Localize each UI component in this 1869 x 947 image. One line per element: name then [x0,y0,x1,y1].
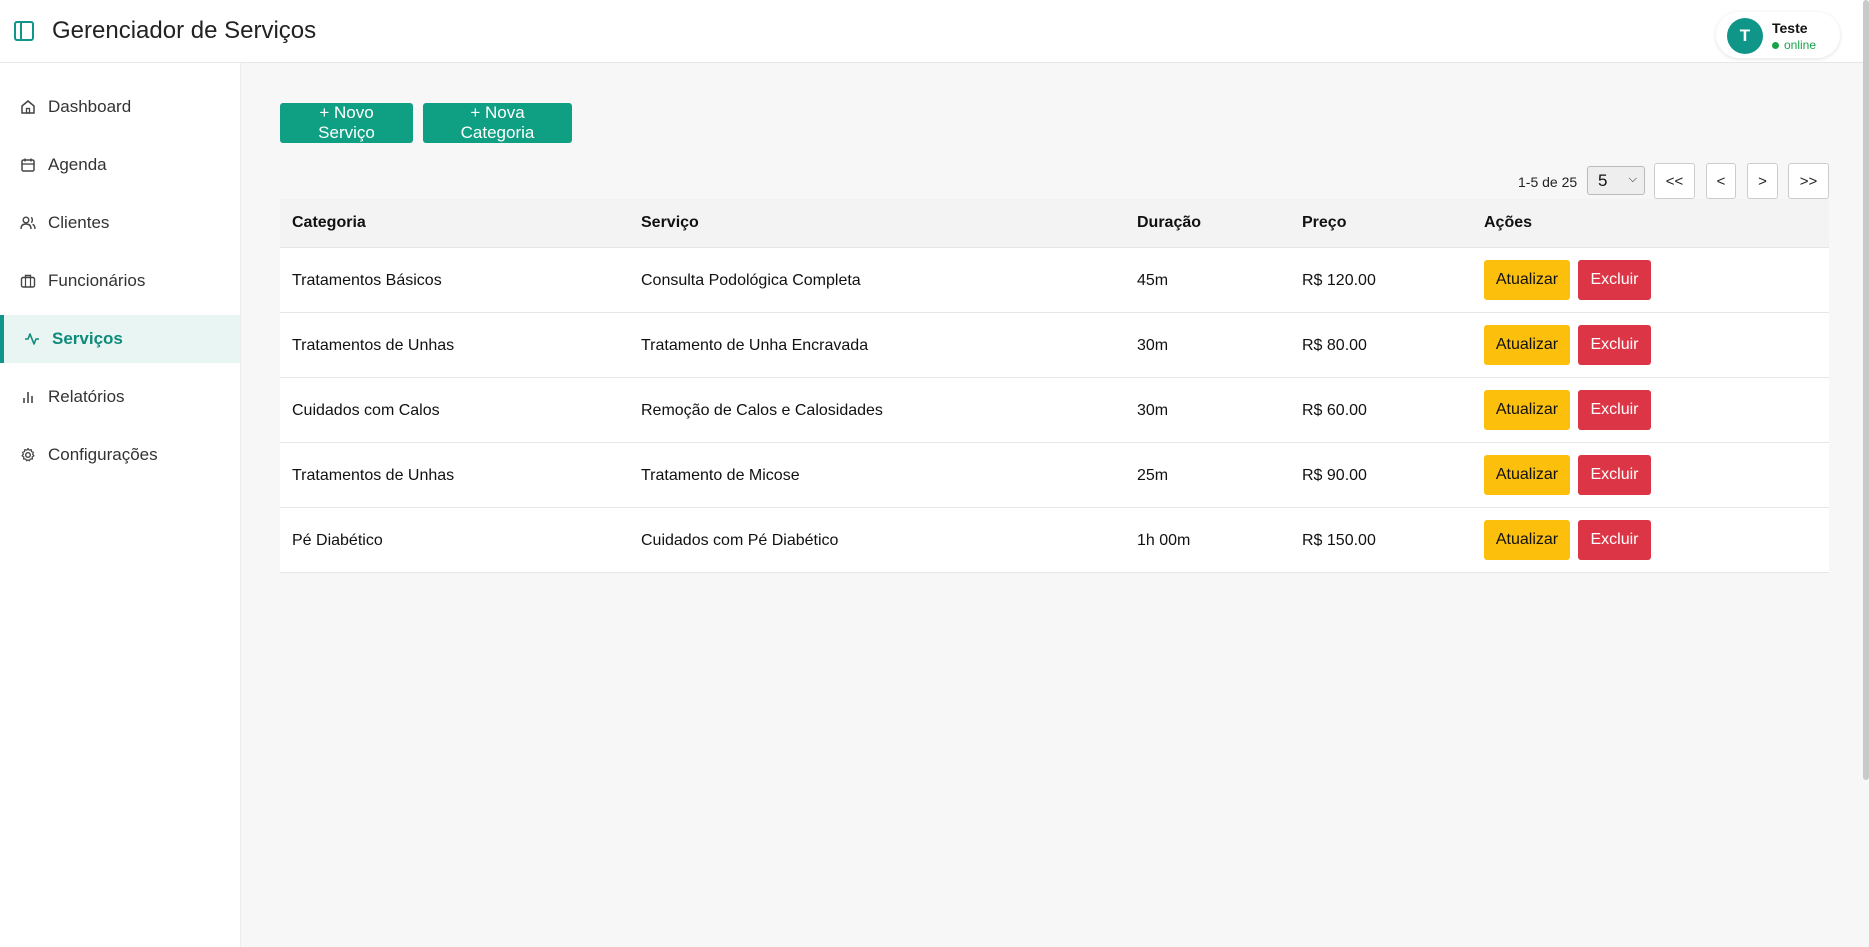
duration-cell: 1h 00m [1137,532,1191,549]
calendar-icon [20,157,36,173]
update-button[interactable]: Atualizar [1484,455,1570,495]
sidebar-item-label: Serviços [52,329,123,348]
home-icon [20,99,36,115]
table-header: Categoria Serviço Duração Preço Ações [280,199,1829,248]
service-cell: Cuidados com Pé Diabético [641,532,839,549]
delete-button[interactable]: Excluir [1578,390,1651,430]
first-page-button[interactable]: << [1654,163,1695,199]
price-cell: R$ 60.00 [1302,402,1367,419]
update-button[interactable]: Atualizar [1484,390,1570,430]
update-button[interactable]: Atualizar [1484,520,1570,560]
sidebar-item-agenda[interactable]: Agenda [0,141,240,189]
delete-button[interactable]: Excluir [1578,520,1651,560]
price-cell: R$ 120.00 [1302,272,1376,289]
sidebar-item-funcionarios[interactable]: Funcionários [0,257,240,305]
activity-icon [24,331,40,347]
sidebar-item-clientes[interactable]: Clientes [0,199,240,247]
price-cell: R$ 150.00 [1302,532,1376,549]
chevron-down-icon: ⌵ [1628,173,1637,185]
sidebar-item-label: Funcionários [48,271,146,290]
new-service-button[interactable]: + Novo Serviço [280,103,413,143]
next-page-button[interactable]: > [1747,163,1778,199]
status-dot-icon [1772,41,1779,49]
new-category-button[interactable]: + Nova Categoria [423,103,572,143]
delete-button[interactable]: Excluir [1578,260,1651,300]
top-bar: Gerenciador de Serviços T Teste online [0,0,1869,63]
app-title: Gerenciador de Serviços [52,17,317,44]
sidebar-item-label: Configurações [48,445,158,464]
price-cell: R$ 80.00 [1302,337,1367,354]
sidebar-item-configuracoes[interactable]: Configurações [0,431,240,479]
services-table: Categoria Serviço Duração Preço Ações Tr… [280,199,1829,573]
sidebar-item-dashboard[interactable]: Dashboard [0,83,240,131]
user-menu[interactable]: T Teste online [1716,12,1840,58]
category-cell: Tratamentos Básicos [292,272,442,289]
user-status-label: online [1784,38,1817,52]
table-row: Cuidados com Calos Remoção de Calos e Ca… [280,378,1829,443]
update-button[interactable]: Atualizar [1484,325,1570,365]
page-scrollbar[interactable] [1863,0,1869,780]
briefcase-icon [20,273,36,289]
sidebar-item-label: Relatórios [48,387,125,406]
column-header: Serviço [641,214,699,231]
page-size-value: 5 [1598,170,1608,190]
category-cell: Pé Diabético [292,532,383,549]
last-page-button[interactable]: >> [1788,163,1829,199]
delete-button[interactable]: Excluir [1578,325,1651,365]
pagination-info: 1-5 de 25 [1518,174,1578,190]
service-cell: Remoção de Calos e Calosidades [641,402,883,419]
duration-cell: 30m [1137,337,1169,354]
sidebar-item-servicos[interactable]: Serviços [0,315,240,363]
category-cell: Tratamentos de Unhas [292,337,455,354]
duration-cell: 45m [1137,272,1169,289]
update-button[interactable]: Atualizar [1484,260,1570,300]
page-size-select[interactable]: 5 ⌵ [1587,166,1645,195]
sidebar-toggle-icon[interactable] [13,20,35,42]
user-name: Teste [1772,20,1808,36]
duration-cell: 30m [1137,402,1169,419]
price-cell: R$ 90.00 [1302,467,1367,484]
service-cell: Tratamento de Unha Encravada [641,337,869,354]
sidebar: Dashboard Agenda Clientes Funcionários S… [0,63,241,947]
column-header: Ações [1484,214,1533,231]
table-row: Tratamentos de Unhas Tratamento de Unha … [280,313,1829,378]
service-cell: Consulta Podológica Completa [641,272,861,289]
table-row: Pé Diabético Cuidados com Pé Diabético 1… [280,508,1829,573]
delete-button[interactable]: Excluir [1578,455,1651,495]
column-header: Duração [1137,214,1202,231]
bar-chart-icon [20,389,36,405]
sidebar-item-label: Dashboard [48,97,132,116]
column-header: Categoria [292,214,366,231]
category-cell: Cuidados com Calos [292,402,440,419]
category-cell: Tratamentos de Unhas [292,467,455,484]
service-cell: Tratamento de Micose [641,467,800,484]
avatar: T [1727,18,1763,54]
gear-icon [20,447,36,463]
user-status: online [1772,38,1816,52]
sidebar-item-label: Agenda [48,155,107,174]
sidebar-item-label: Clientes [48,213,110,232]
table-row: Tratamentos Básicos Consulta Podológica … [280,248,1829,313]
users-icon [20,215,36,231]
sidebar-item-relatorios[interactable]: Relatórios [0,373,240,421]
column-header: Preço [1302,214,1347,231]
table-row: Tratamentos de Unhas Tratamento de Micos… [280,443,1829,508]
prev-page-button[interactable]: < [1706,163,1736,199]
duration-cell: 25m [1137,467,1169,484]
